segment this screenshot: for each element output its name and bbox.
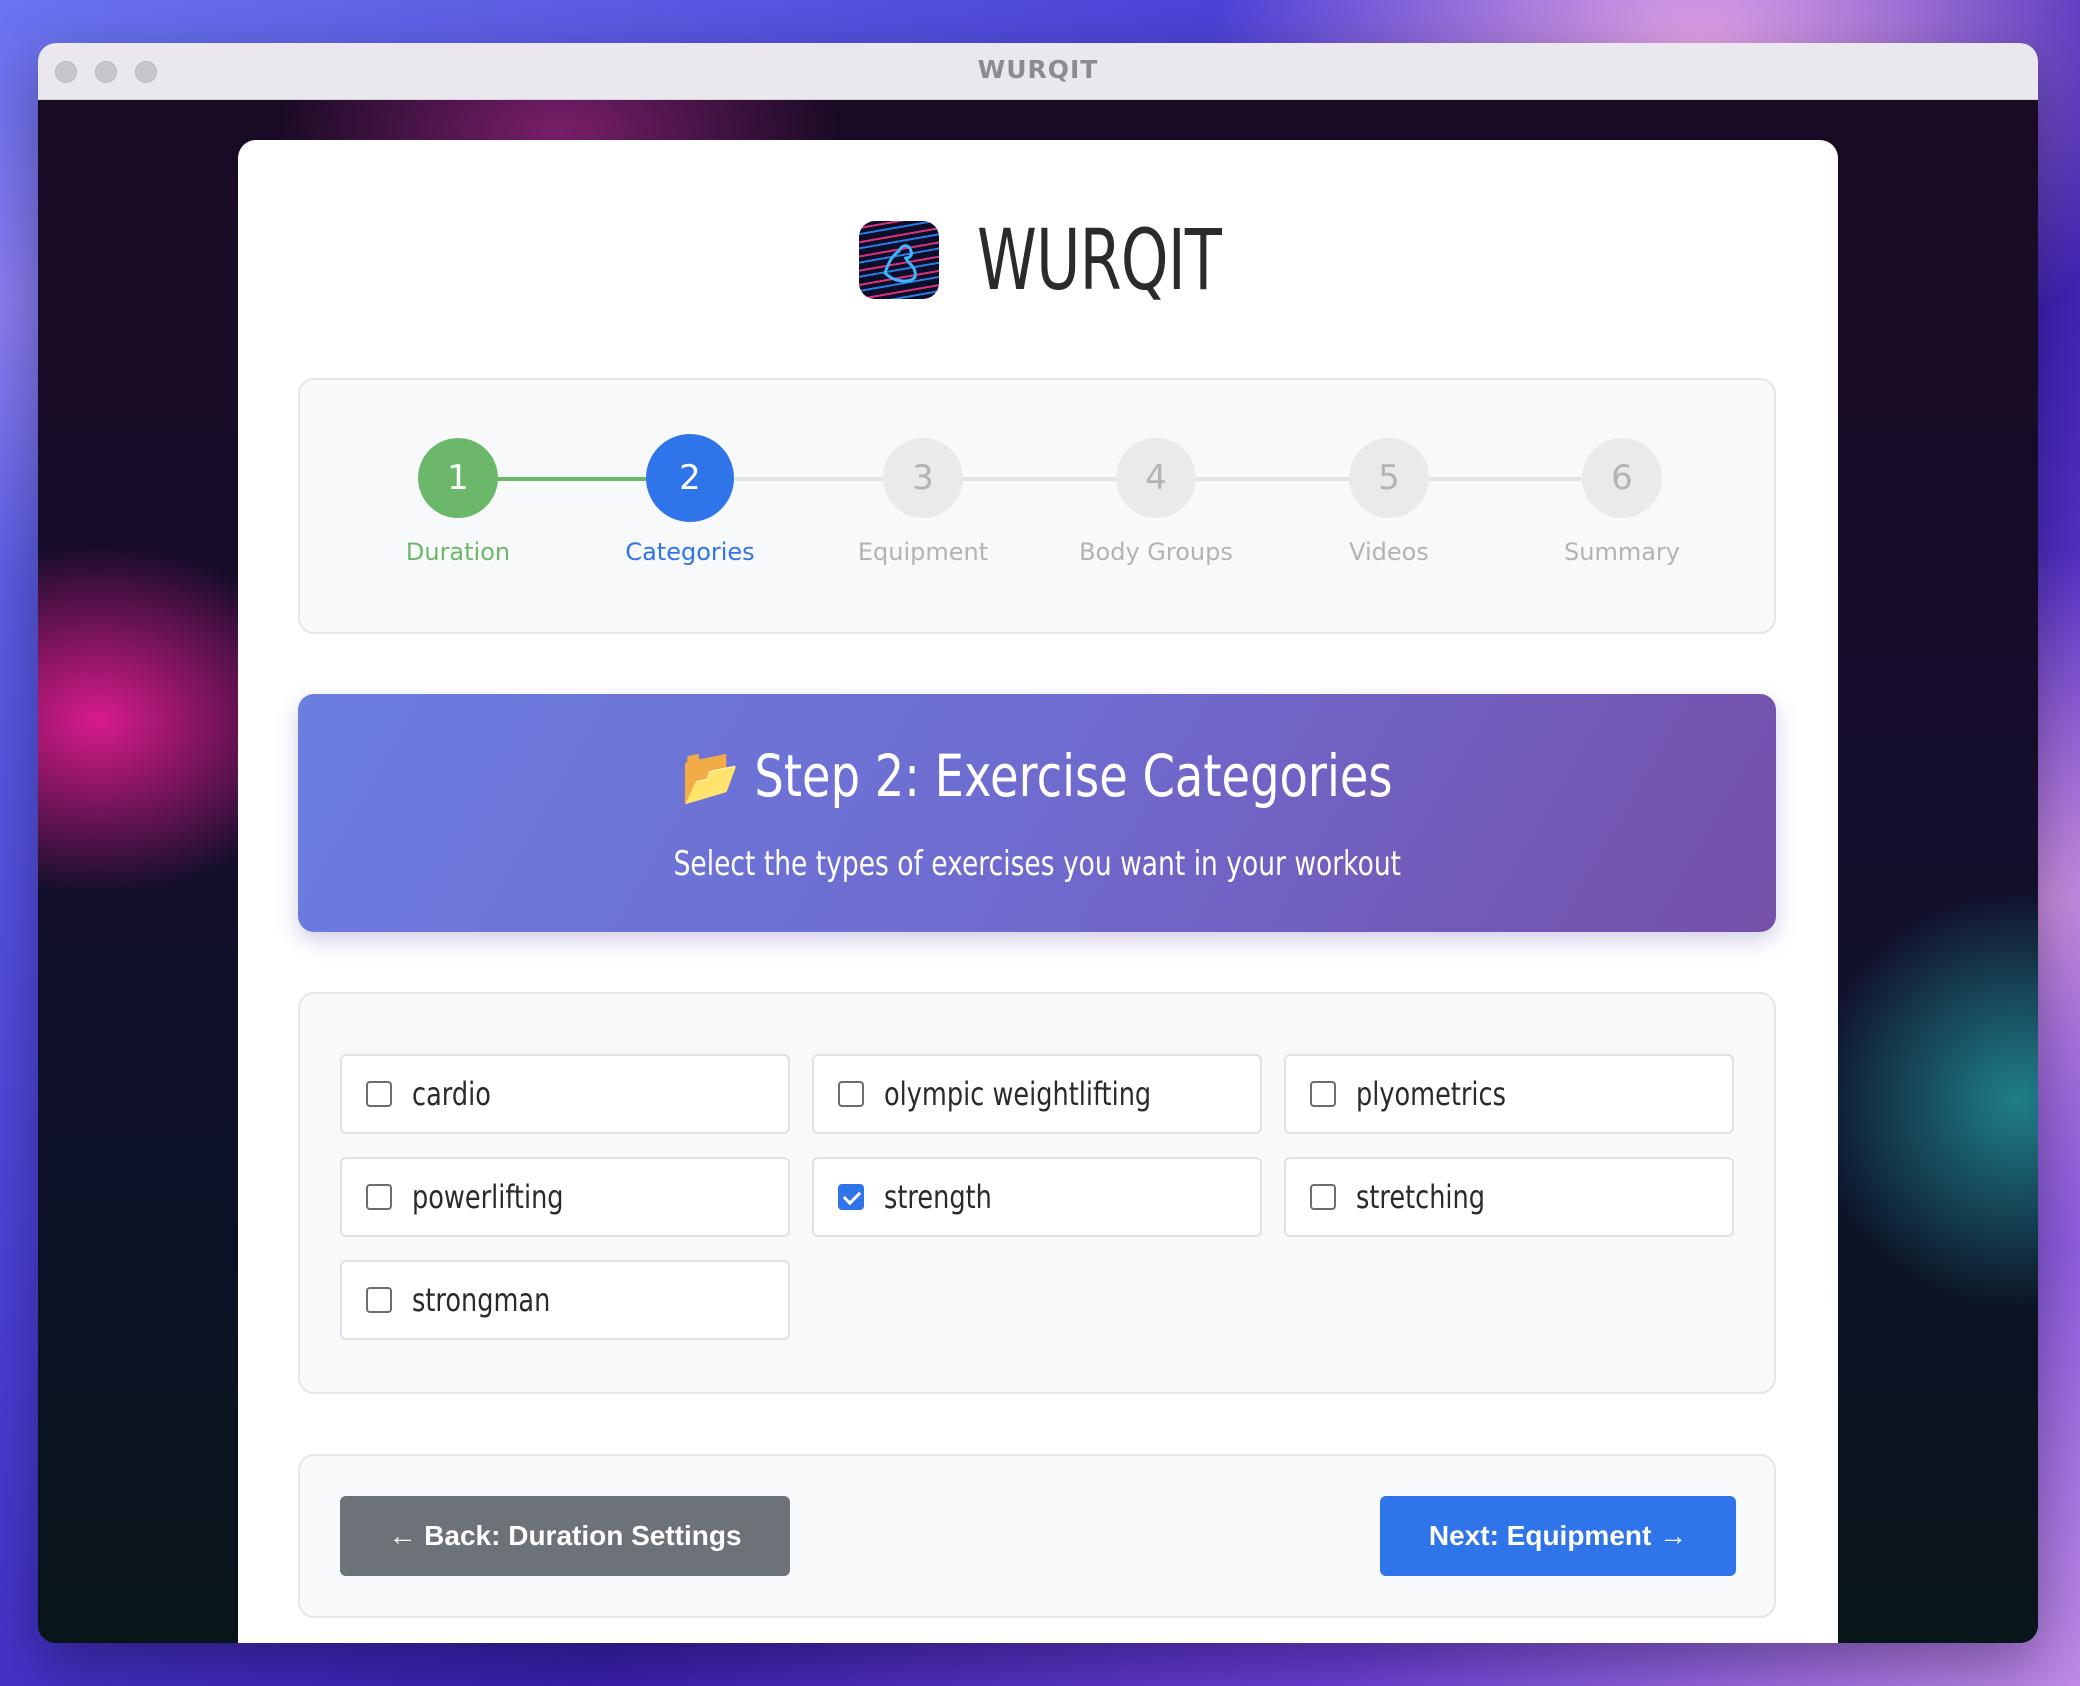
step-title: Step 2: Exercise Categories (754, 742, 1393, 810)
checkbox-checked[interactable] (838, 1184, 864, 1210)
option-label: stretching (1356, 1178, 1486, 1216)
category-option-stretching[interactable]: stretching (1284, 1157, 1734, 1237)
category-option-strength[interactable]: strength (812, 1157, 1262, 1237)
option-label: powerlifting (412, 1178, 564, 1216)
step-number: 5 (1349, 438, 1429, 518)
next-button[interactable]: Next: Equipment → (1380, 1496, 1736, 1576)
category-option-plyometrics[interactable]: plyometrics (1284, 1054, 1734, 1134)
step-number: 1 (418, 438, 498, 518)
checkbox[interactable] (366, 1184, 392, 1210)
window-title: WURQIT (977, 55, 1099, 84)
step-label: Videos (1349, 538, 1429, 566)
checkbox[interactable] (366, 1081, 392, 1107)
step-videos[interactable]: 5 Videos (1279, 438, 1499, 566)
step-label: Equipment (857, 538, 989, 566)
step-subtitle: Select the types of exercises you want i… (673, 844, 1401, 884)
step-label: Summary (1564, 538, 1680, 566)
step-number: 2 (646, 434, 734, 522)
category-option-powerlifting[interactable]: powerlifting (340, 1157, 790, 1237)
wizard-card: WURQIT 1 Duration 2 Categories 3 Equipme… (238, 140, 1838, 1643)
back-button[interactable]: ← Back: Duration Settings (340, 1496, 790, 1576)
folder-icon: 📂 (681, 742, 740, 810)
flexed-bicep-icon (859, 221, 939, 299)
option-label: plyometrics (1356, 1075, 1506, 1113)
wizard-navigation: ← Back: Duration Settings Next: Equipmen… (298, 1454, 1776, 1618)
checkbox[interactable] (1310, 1081, 1336, 1107)
progress-stepper: 1 Duration 2 Categories 3 Equipment 4 Bo… (298, 378, 1776, 634)
brand-name: WURQIT (977, 211, 1222, 309)
brand-header: WURQIT (238, 211, 1838, 309)
checkbox[interactable] (838, 1081, 864, 1107)
category-option-olympic-weightlifting[interactable]: olympic weightlifting (812, 1054, 1262, 1134)
step-categories[interactable]: 2 Categories (580, 434, 800, 566)
option-label: cardio (412, 1075, 491, 1113)
category-options-panel: cardio olympic weightlifting plyometrics… (298, 992, 1776, 1394)
step-label: Categories (625, 538, 755, 566)
step-header-banner: 📂 Step 2: Exercise Categories Select the… (298, 694, 1776, 932)
app-window: WURQIT WURQIT 1 Duration 2 Categories 3 … (38, 43, 2038, 1643)
step-number: 3 (883, 438, 963, 518)
app-background: WURQIT 1 Duration 2 Categories 3 Equipme… (38, 100, 2038, 1643)
step-duration[interactable]: 1 Duration (348, 438, 568, 566)
step-number: 6 (1582, 438, 1662, 518)
category-option-cardio[interactable]: cardio (340, 1054, 790, 1134)
step-label: Body Groups (1079, 538, 1233, 566)
checkbox[interactable] (1310, 1184, 1336, 1210)
step-equipment[interactable]: 3 Equipment (813, 438, 1033, 566)
step-body-groups[interactable]: 4 Body Groups (1046, 438, 1266, 566)
checkbox[interactable] (366, 1287, 392, 1313)
title-bar: WURQIT (38, 43, 2038, 100)
step-label: Duration (405, 538, 511, 566)
category-option-strongman[interactable]: strongman (340, 1260, 790, 1340)
option-label: olympic weightlifting (884, 1075, 1152, 1113)
step-summary[interactable]: 6 Summary (1512, 438, 1732, 566)
option-label: strength (884, 1178, 992, 1216)
option-label: strongman (412, 1281, 551, 1319)
step-number: 4 (1116, 438, 1196, 518)
